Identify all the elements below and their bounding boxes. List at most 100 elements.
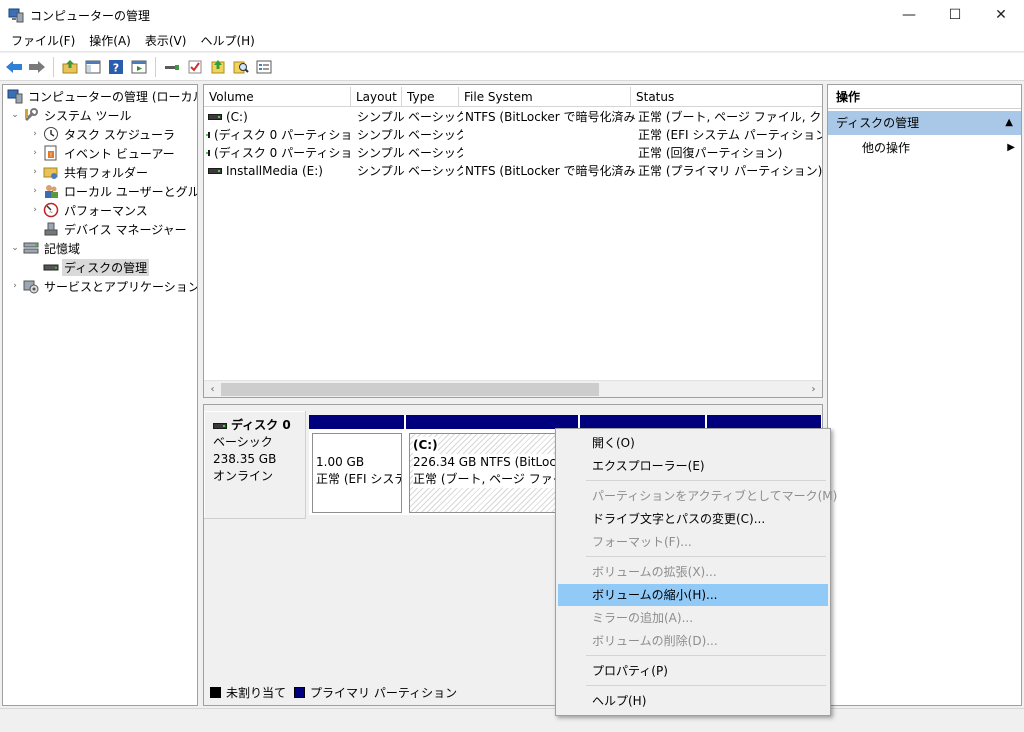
disk-type: ベーシック xyxy=(213,435,273,449)
clock-icon xyxy=(44,127,58,141)
disk-state: オンライン xyxy=(213,469,274,483)
table-row[interactable]: (C:) シンプル ベーシック NTFS (BitLocker で暗号化済み) … xyxy=(204,108,822,126)
tree-item-shared-folders[interactable]: › 共有フォルダー xyxy=(29,163,150,181)
menu-item-extend-volume[interactable]: ボリュームの拡張(X)... xyxy=(558,561,828,583)
chevron-right-icon[interactable]: › xyxy=(9,281,21,291)
table-row[interactable]: (ディスク 0 パーティション 1) シンプル ベーシック 正常 (EFI シス… xyxy=(204,126,822,144)
chevron-right-icon[interactable]: › xyxy=(29,148,41,158)
menu-item-add-mirror[interactable]: ミラーの追加(A)... xyxy=(558,607,828,629)
menu-separator xyxy=(586,655,826,656)
menu-item-open[interactable]: 開く(O) xyxy=(558,432,828,454)
menu-item-shrink-volume[interactable]: ボリュームの縮小(H)... xyxy=(558,584,828,606)
action-pane: 操作 ディスクの管理 ▲ 他の操作 ▶ xyxy=(827,84,1022,706)
back-arrow-icon[interactable] xyxy=(4,57,24,77)
tree-item-storage[interactable]: ⌄ 記憶域 xyxy=(9,239,82,257)
collapse-up-icon[interactable]: ▲ xyxy=(1005,111,1013,135)
menu-item-explorer[interactable]: エクスプローラー(E) xyxy=(558,455,828,477)
partition-bar xyxy=(580,415,705,429)
legend-swatch-unallocated xyxy=(210,687,221,698)
partition-bar xyxy=(406,415,578,429)
help-icon[interactable]: ? xyxy=(106,57,126,77)
chevron-right-icon[interactable]: › xyxy=(29,129,41,139)
menu-item-properties[interactable]: プロパティ(P) xyxy=(558,660,828,682)
properties-icon[interactable] xyxy=(254,57,274,77)
drive-icon xyxy=(206,132,210,138)
tree-item-event-viewer[interactable]: › ! イベント ビューアー xyxy=(29,144,177,162)
column-header-layout[interactable]: Layout xyxy=(351,87,402,107)
action-section-disk-management[interactable]: ディスクの管理 ▲ xyxy=(828,111,1021,135)
chevron-right-icon[interactable]: › xyxy=(29,167,41,177)
svg-text:!: ! xyxy=(50,152,52,159)
show-hide-action-pane-icon[interactable] xyxy=(129,57,149,77)
rescan-icon[interactable] xyxy=(208,57,228,77)
disk-0-info[interactable]: ディスク 0 ベーシック 238.35 GB オンライン xyxy=(204,411,306,519)
maximize-button[interactable]: ☐ xyxy=(932,0,978,30)
chevron-right-icon[interactable]: › xyxy=(29,186,41,196)
menu-view[interactable]: 表示(V) xyxy=(138,32,194,49)
connect-icon[interactable] xyxy=(162,57,182,77)
drive-icon xyxy=(208,168,222,174)
column-header-type[interactable]: Type xyxy=(402,87,459,107)
title-bar: コンピューターの管理 — ☐ ✕ xyxy=(0,0,1024,30)
folder-up-icon[interactable] xyxy=(60,57,80,77)
tree-item-task-scheduler[interactable]: › タスク スケジューラ xyxy=(29,125,177,143)
close-button[interactable]: ✕ xyxy=(978,0,1024,30)
console-tree: コンピューターの管理 (ローカル) ⌄ システム ツール › タスク スケジュー… xyxy=(2,84,198,706)
tree-item-performance[interactable]: › ~ パフォーマンス xyxy=(29,201,150,219)
search-icon[interactable] xyxy=(231,57,251,77)
show-hide-tree-icon[interactable] xyxy=(83,57,103,77)
menu-action[interactable]: 操作(A) xyxy=(82,32,138,49)
legend-unallocated: 未割り当て xyxy=(226,686,287,700)
menu-item-change-drive-letter[interactable]: ドライブ文字とパスの変更(C)... xyxy=(558,508,828,530)
partition-c[interactable]: (C:) 226.34 GB NTFS (BitLocker 正常 (ブート, … xyxy=(409,433,579,513)
chevron-right-icon[interactable]: › xyxy=(29,205,41,215)
minimize-button[interactable]: — xyxy=(886,0,932,30)
forward-arrow-icon[interactable] xyxy=(27,57,47,77)
table-row[interactable]: InstallMedia (E:) シンプル ベーシック NTFS (BitLo… xyxy=(204,162,822,180)
drive-icon xyxy=(208,114,222,120)
tree-item-services-applications[interactable]: › サービスとアプリケーション xyxy=(9,277,197,295)
column-header-volume[interactable]: Volume xyxy=(204,87,351,107)
partition-efi[interactable]: 1.00 GB 正常 (EFI システム xyxy=(312,433,402,513)
tree-root-computer-management[interactable]: コンピューターの管理 (ローカル) xyxy=(5,87,197,105)
menu-file[interactable]: ファイル(F) xyxy=(4,32,82,49)
computer-management-icon xyxy=(7,89,23,104)
check-icon[interactable] xyxy=(185,57,205,77)
event-viewer-icon: ! xyxy=(44,145,57,161)
menu-item-help[interactable]: ヘルプ(H) xyxy=(558,690,828,712)
tree-item-local-users-groups[interactable]: › ローカル ユーザーとグループ xyxy=(29,182,197,200)
disk-icon xyxy=(213,422,227,429)
tools-icon xyxy=(24,108,38,122)
tree-item-system-tools[interactable]: ⌄ システム ツール xyxy=(9,106,133,124)
chevron-down-icon[interactable]: ⌄ xyxy=(9,243,21,253)
window-title: コンピューターの管理 xyxy=(30,8,151,23)
device-manager-icon xyxy=(44,222,58,236)
toolbar: ? xyxy=(0,53,1024,81)
menu-item-format[interactable]: フォーマット(F)... xyxy=(558,531,828,553)
action-more-actions[interactable]: 他の操作 ▶ xyxy=(828,137,1021,159)
storage-icon xyxy=(23,242,39,254)
tree-item-device-manager[interactable]: デバイス マネージャー xyxy=(29,220,189,238)
submenu-arrow-icon: ▶ xyxy=(1007,142,1015,153)
column-headers: Volume Layout Type File System Status xyxy=(204,87,822,107)
legend: 未割り当て プライマリ パーティション xyxy=(210,684,457,701)
menu-help[interactable]: ヘルプ(H) xyxy=(193,32,261,49)
column-header-status[interactable]: Status xyxy=(631,87,822,107)
menu-item-delete-volume[interactable]: ボリュームの削除(D)... xyxy=(558,630,828,652)
horizontal-scrollbar[interactable]: ‹ › xyxy=(204,380,822,397)
menu-item-mark-active[interactable]: パーティションをアクティブとしてマーク(M) xyxy=(558,485,837,507)
menu-separator xyxy=(586,685,826,686)
tree-item-disk-management[interactable]: ディスクの管理 xyxy=(29,258,150,276)
svg-text:?: ? xyxy=(113,61,119,74)
scroll-left-icon[interactable]: ‹ xyxy=(204,381,221,397)
menu-separator xyxy=(586,556,826,557)
shared-folder-icon xyxy=(43,167,58,179)
context-menu: 開く(O) エクスプローラー(E) パーティションをアクティブとしてマーク(M)… xyxy=(555,428,837,716)
column-header-file-system[interactable]: File System xyxy=(459,87,631,107)
table-row[interactable]: (ディスク 0 パーティション 4) シンプル ベーシック 正常 (回復パーティ… xyxy=(204,144,822,162)
scrollbar-thumb[interactable] xyxy=(221,383,599,396)
performance-icon: ~ xyxy=(43,202,59,218)
scroll-right-icon[interactable]: › xyxy=(805,381,822,397)
chevron-down-icon[interactable]: ⌄ xyxy=(9,110,21,120)
disk-management-icon xyxy=(43,264,59,271)
